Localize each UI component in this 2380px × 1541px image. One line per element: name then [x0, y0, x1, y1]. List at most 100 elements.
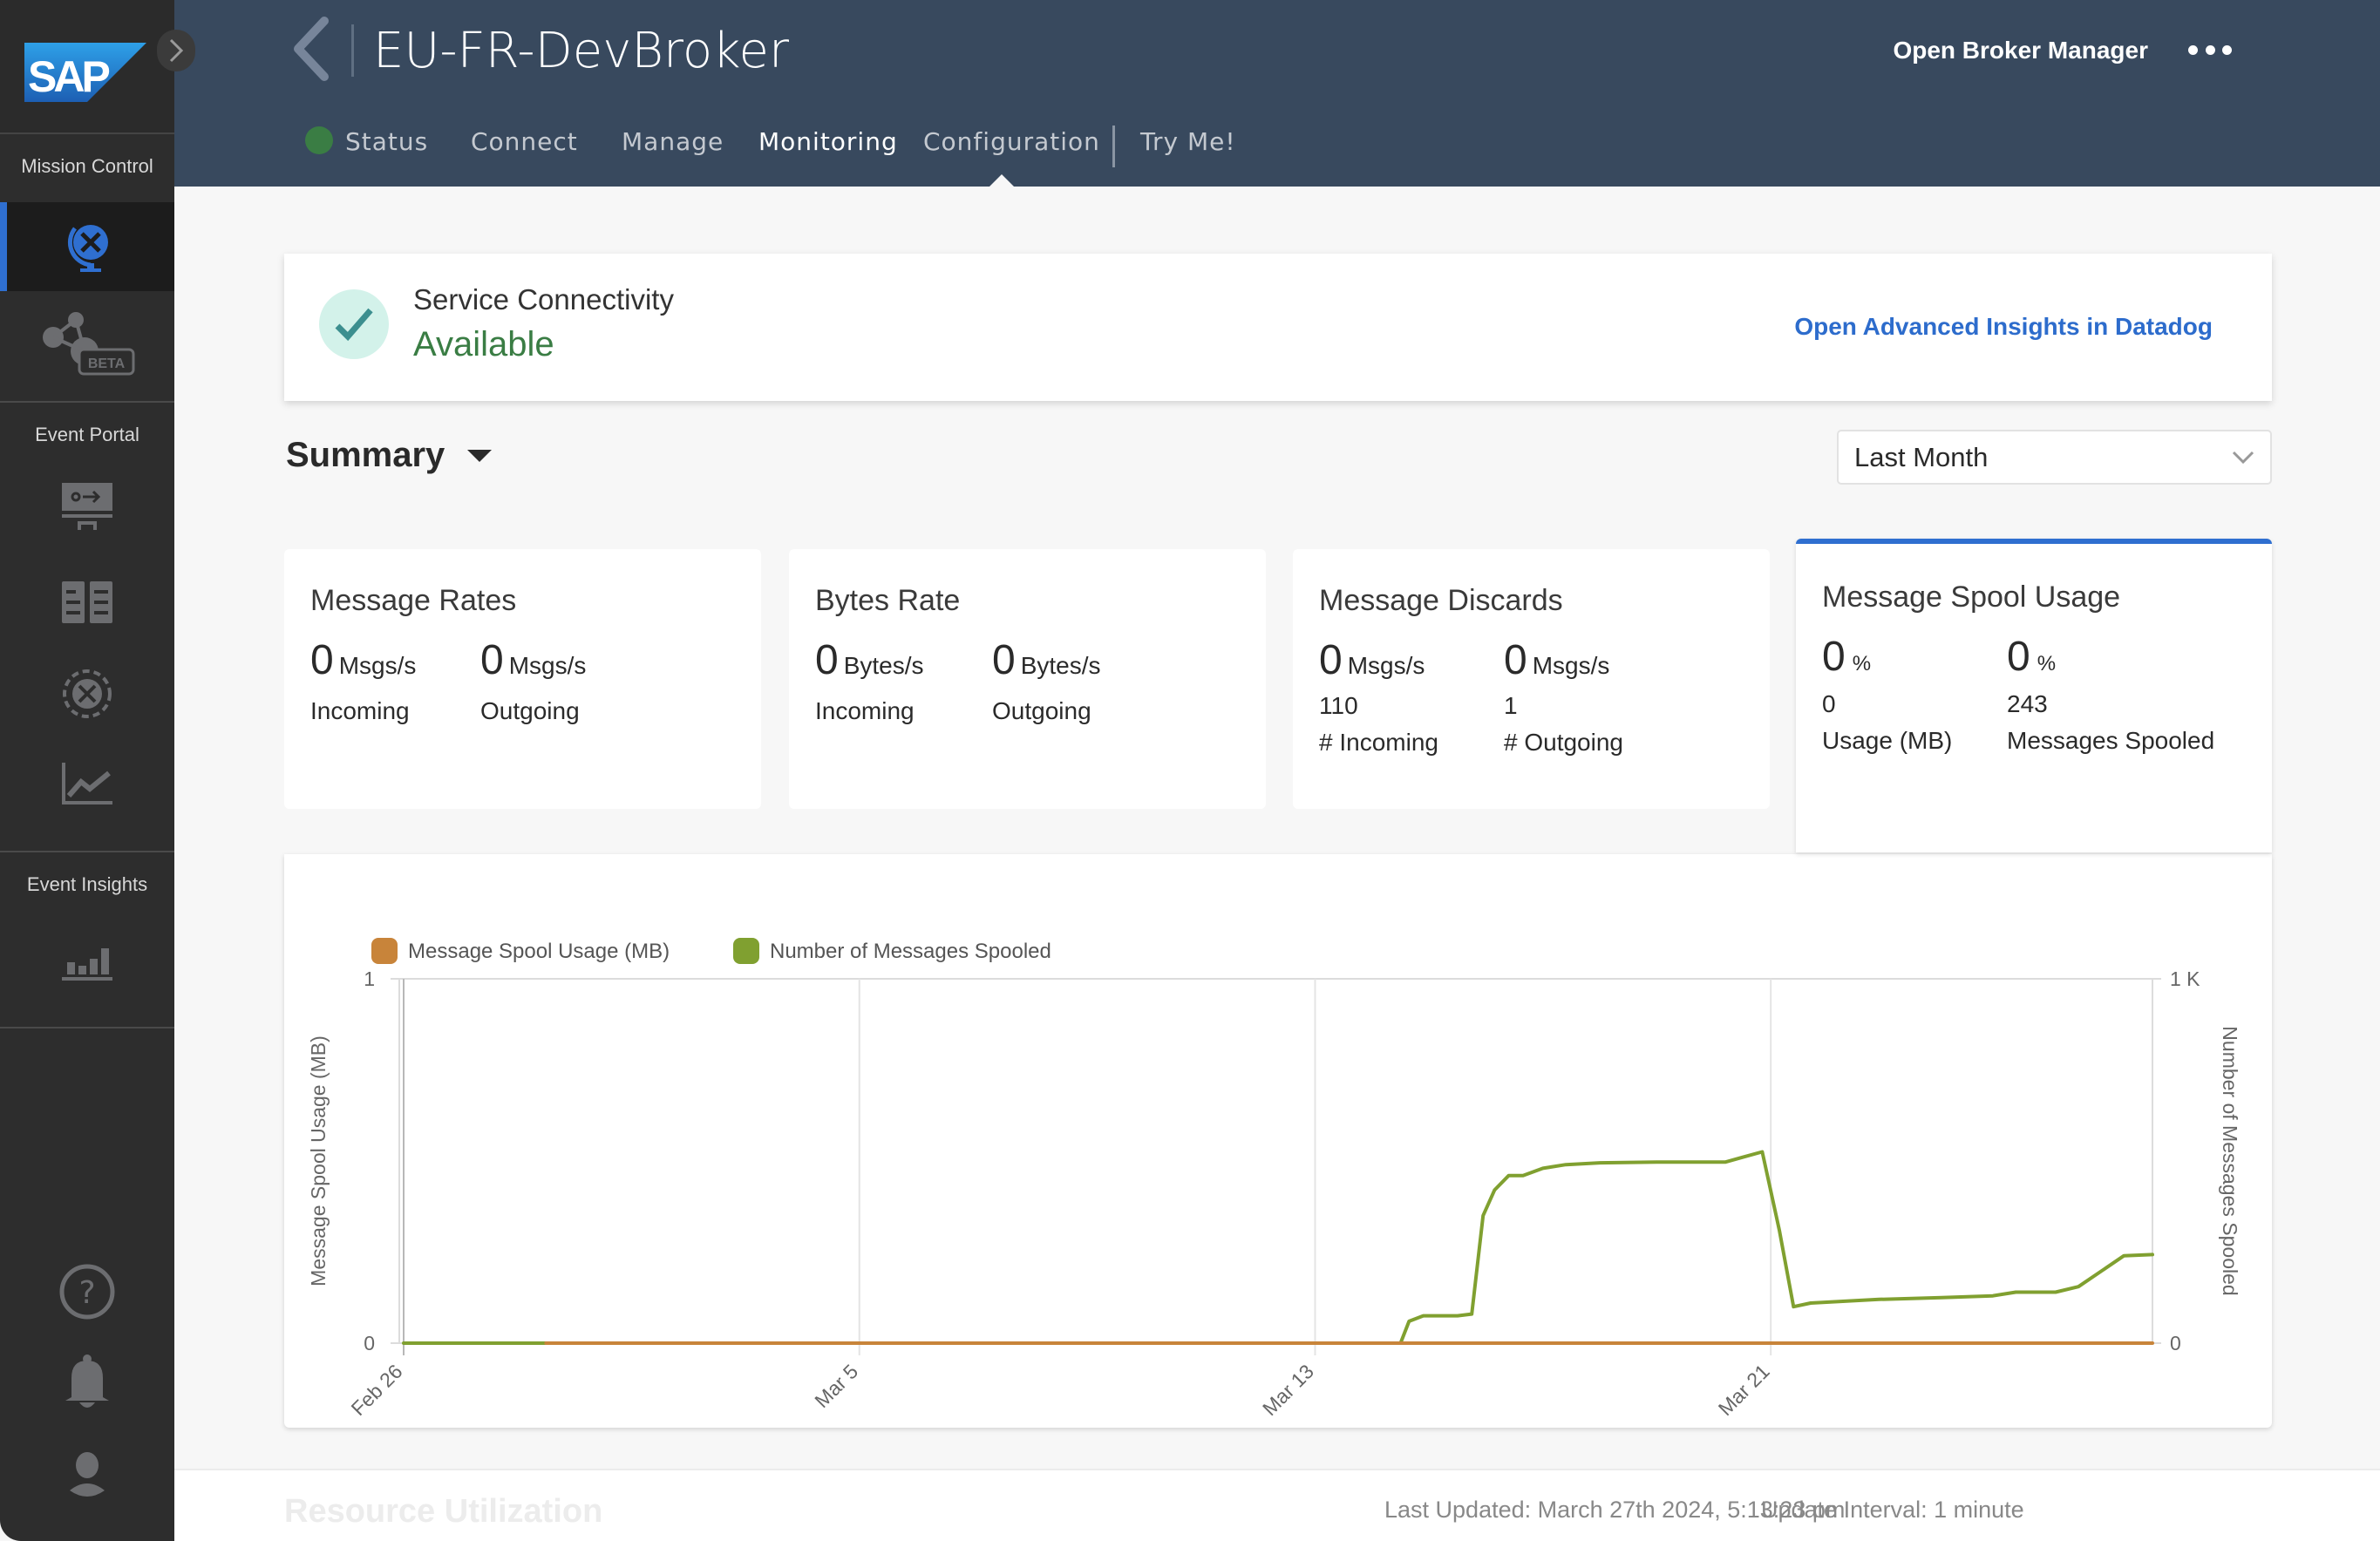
- chevron-right-icon: [169, 38, 184, 63]
- stat-unit: %: [1852, 652, 1872, 675]
- x-tick-label: Mar 13: [1258, 1360, 1318, 1420]
- stat-label: Incoming: [815, 697, 915, 724]
- connectivity-status: Available: [413, 325, 554, 363]
- y-left-tick-label: 0: [364, 1332, 375, 1354]
- stat-unit: %: [2037, 652, 2057, 675]
- more-options-button[interactable]: [2188, 35, 2232, 64]
- sidebar-divider: [0, 401, 174, 403]
- sidebar-item-notifications[interactable]: [0, 1351, 174, 1414]
- user-icon: [70, 1452, 105, 1497]
- spool-usage-chart-card: Message Spool Usage (MB) Number of Messag…: [284, 854, 2272, 1428]
- stat-count: 1: [1504, 692, 1518, 719]
- y-left-axis-title: Message Spool Usage (MB): [307, 1035, 330, 1286]
- checkmark-icon: [319, 289, 389, 359]
- card-title: Message Rates: [310, 584, 517, 617]
- line-chart-icon: [62, 763, 112, 804]
- y-left-tick-label: 1: [364, 967, 375, 990]
- left-nav-sidebar: SAP Mission Control BETA Event Portal Ev…: [0, 0, 195, 1541]
- datadog-insights-link[interactable]: Open Advanced Insights in Datadog: [1794, 313, 2213, 341]
- open-broker-manager-button[interactable]: Open Broker Manager: [1893, 37, 2148, 64]
- active-tab-pointer: [989, 174, 1014, 187]
- footer-bar: Resource Utilization Last Updated: March…: [174, 1469, 2380, 1541]
- tab-try-me[interactable]: Try Me!: [1140, 127, 1236, 156]
- sidebar-item-mesh-manager[interactable]: BETA: [0, 296, 174, 392]
- stat-value: 0: [1822, 634, 1846, 680]
- section-label-mission-control: Mission Control: [21, 155, 153, 177]
- stat-unit: Msgs/s: [338, 652, 417, 679]
- service-connectivity-card: Service Connectivity Available Open Adva…: [284, 254, 2272, 401]
- stat-label: Incoming: [310, 697, 410, 724]
- message-discards-card[interactable]: Message Discards 0 Msgs/s 110 # Incoming …: [1293, 549, 1770, 809]
- stat-value: 0: [1319, 637, 1343, 683]
- card-title: Bytes Rate: [815, 584, 961, 617]
- stat-unit: Msgs/s: [508, 652, 587, 679]
- tab-status[interactable]: Status: [305, 126, 428, 157]
- section-label-event-insights: Event Insights: [26, 873, 148, 895]
- sidebar-item-catalog[interactable]: [0, 571, 174, 634]
- bytes-rate-card[interactable]: Bytes Rate 0 Bytes/s Incoming 0 Bytes/s Ou…: [789, 549, 1266, 809]
- sidebar-divider: [0, 851, 174, 852]
- stat-label: # Incoming: [1319, 729, 1438, 756]
- chevron-down-icon: [2232, 451, 2254, 465]
- card-title: Message Discards: [1319, 584, 1563, 617]
- time-range-value: Last Month: [1854, 442, 1989, 472]
- tab-separator: [1112, 126, 1115, 167]
- status-indicator-icon: [305, 126, 333, 154]
- sidebar-item-ep-insights[interactable]: [0, 753, 174, 816]
- stat-unit: Msgs/s: [1532, 652, 1610, 679]
- runtime-globe-icon: [63, 669, 112, 718]
- card-title: Message Spool Usage: [1822, 580, 2121, 614]
- svg-text:SAP: SAP: [28, 52, 109, 101]
- logo-area: SAP: [0, 0, 174, 134]
- sidebar-item-designer[interactable]: [0, 476, 174, 539]
- legend-label: Message Spool Usage (MB): [408, 940, 670, 963]
- stat-label: # Outgoing: [1504, 729, 1623, 756]
- tab-connect[interactable]: Connect: [471, 127, 578, 156]
- series-line-messages-spooled: [402, 1150, 2154, 1345]
- stat-label: Outgoing: [992, 697, 1091, 724]
- y-right-axis-title: Number of Messages Spooled: [2219, 1026, 2241, 1295]
- page-title: EU-FR-DevBroker: [373, 23, 789, 79]
- resource-utilization-heading: Resource Utilization: [284, 1493, 603, 1530]
- stat-value: 0: [2007, 634, 2030, 680]
- catalog-icon: [62, 581, 112, 623]
- sidebar-divider: [0, 1027, 174, 1028]
- svg-text:?: ?: [78, 1275, 95, 1311]
- x-tick-label: Feb 26: [347, 1360, 407, 1420]
- sidebar-expand-button[interactable]: [157, 30, 195, 71]
- tab-manage[interactable]: Manage: [622, 127, 724, 156]
- stat-label: Outgoing: [480, 697, 580, 724]
- stat-value: 0: [480, 637, 504, 683]
- stat-unit: Msgs/s: [1347, 652, 1425, 679]
- stat-label: Messages Spooled: [2007, 727, 2215, 754]
- connectivity-label: Service Connectivity: [413, 283, 674, 316]
- stat-value: 0: [815, 637, 839, 683]
- stat-unit: Bytes/s: [843, 652, 924, 679]
- network-beta-icon: BETA: [43, 312, 135, 376]
- stat-count: 243: [2007, 690, 2048, 717]
- sidebar-item-user[interactable]: [0, 1443, 174, 1506]
- sap-logo: SAP: [24, 43, 146, 102]
- spool-usage-chart: Message Spool Usage (MB) Number of Messag…: [307, 938, 2241, 1420]
- sidebar-item-help[interactable]: ?: [0, 1260, 174, 1323]
- y-right-tick-label: 1 K: [2170, 967, 2200, 990]
- tab-monitoring[interactable]: Monitoring: [758, 127, 898, 156]
- time-range-select[interactable]: Last Month: [1837, 430, 2272, 485]
- sidebar-item-cluster-manager[interactable]: [0, 202, 174, 291]
- designer-icon: [62, 483, 112, 530]
- tab-configuration[interactable]: Configuration: [923, 127, 1100, 156]
- sidebar-item-event-insights[interactable]: [0, 929, 174, 992]
- more-icon: [2188, 44, 2198, 55]
- message-spool-usage-card[interactable]: Message Spool Usage 0% 0 Usage (MB) 0% 2…: [1796, 539, 2272, 852]
- bell-icon: [65, 1354, 109, 1408]
- legend-swatch: [733, 938, 759, 964]
- stat-value: 0: [992, 637, 1016, 683]
- summary-dropdown[interactable]: Summary: [286, 436, 493, 475]
- globe-icon: [67, 225, 108, 272]
- back-arrow-icon[interactable]: [286, 16, 335, 82]
- stat-value: 0: [310, 637, 334, 683]
- sidebar-item-runtime[interactable]: [0, 662, 174, 725]
- message-rates-card[interactable]: Message Rates 0 Msgs/s Incoming 0 Msgs/s O…: [284, 549, 761, 809]
- page-header: EU-FR-DevBroker Open Broker Manager Stat…: [174, 0, 2380, 187]
- stat-label: Usage (MB): [1822, 727, 1953, 754]
